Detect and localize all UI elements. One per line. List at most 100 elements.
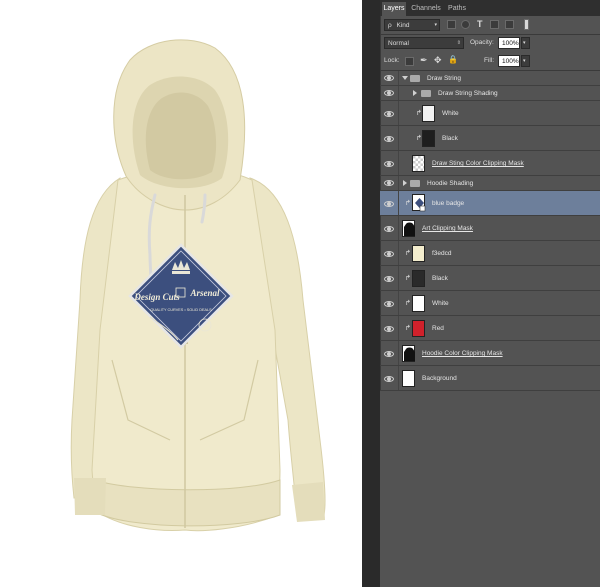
clipping-arrow-icon: ↱ [416,135,422,142]
folder-icon [421,90,431,97]
clipping-arrow-icon: ↱ [405,250,411,257]
layer-row-hoodie-shading[interactable]: Hoodie Shading [380,176,600,191]
layer-name: Draw String [427,75,461,82]
layer-row-art-clipping-mask[interactable]: Art Clipping Mask [380,216,600,241]
filter-pixel-icon[interactable] [447,20,456,29]
layer-row-black[interactable]: ↱ Black [380,266,600,291]
panel-tab-bar: Layers Channels Paths [380,0,600,16]
fill-dropdown-button[interactable]: ▾ [521,55,530,67]
filter-kind-label: Kind [396,22,410,29]
hoodie-mockup-image: Design Cuts Arsenal QUALITY CURVES • SOL… [70,39,326,532]
layer-name: Art Clipping Mask [422,225,473,232]
visibility-eye-icon[interactable] [384,374,394,384]
layer-row-draw-sting-color-clipping-mask[interactable]: Draw Sting Color Clipping Mask [380,151,600,176]
opacity-dropdown-button[interactable]: ▾ [521,37,530,49]
layer-row-draw-string-shading[interactable]: Draw String Shading [380,86,600,101]
opacity-input[interactable]: 100% [498,37,520,49]
hoodie-body [91,169,281,532]
fill-input[interactable]: 100% [498,55,520,67]
folder-icon [410,180,420,187]
filter-kind-select[interactable]: ρ Kind ▾ [384,19,440,31]
layer-name: White [432,300,449,307]
tab-channels[interactable]: Channels [409,2,443,16]
layer-thumbnail [412,270,425,287]
left-cuff [74,478,106,515]
tab-paths[interactable]: Paths [445,2,469,16]
lock-all-icon[interactable]: 🔒 [448,55,458,64]
layer-name: Red [432,325,444,332]
disclosure-triangle-collapsed-icon[interactable] [413,90,417,96]
panel-gutter [362,0,380,587]
filter-toggle-icon[interactable] [524,19,529,30]
lock-image-icon[interactable]: ✒ [420,55,428,66]
visibility-eye-icon[interactable] [384,224,394,234]
chevron-down-icon: ▾ [434,22,437,28]
layer-thumbnail [402,370,415,387]
document-canvas[interactable]: Design Cuts Arsenal QUALITY CURVES • SOL… [0,0,362,587]
layer-name: Draw String Shading [438,90,498,97]
layer-thumbnail [422,130,435,147]
clipping-arrow-icon: ↱ [405,200,411,207]
visibility-eye-icon[interactable] [384,349,394,359]
filter-adjustment-icon[interactable] [461,20,470,29]
badge-line2: Arsenal [189,288,220,298]
fill-label: Fill: [484,57,495,64]
disclosure-triangle-expanded-icon[interactable] [402,76,408,80]
smart-object-thumbnail [412,194,426,212]
layers-empty-area [380,391,600,587]
badge-line1: Design Cuts [133,292,180,302]
visibility-eye-icon[interactable] [384,109,394,119]
layer-thumbnail [412,320,425,337]
visibility-eye-icon[interactable] [384,274,394,284]
chevron-updown-icon: ⇳ [456,40,461,46]
layer-name: Hoodie Shading [427,180,474,187]
filter-type-icon[interactable]: T [477,19,483,29]
clipping-arrow-icon: ↱ [405,275,411,282]
layer-name: Black [442,135,458,142]
lock-position-icon[interactable]: ✥ [434,55,442,66]
layer-row-f3edcd[interactable]: ↱ f3edcd [380,241,600,266]
layer-name: Background [422,375,457,382]
folder-icon [410,75,420,82]
layer-thumbnail [412,295,425,312]
visibility-eye-icon[interactable] [384,299,394,309]
layer-thumbnail [412,155,425,172]
layer-row-background[interactable]: Background [380,366,600,391]
layer-row-hoodie-color-clipping-mask[interactable]: Hoodie Color Clipping Mask [380,341,600,366]
visibility-eye-icon[interactable] [384,178,394,188]
layer-thumbnail [412,245,425,262]
layer-row-blue-badge[interactable]: ↱ blue badge [380,191,600,216]
opacity-label: Opacity: [470,39,494,46]
hood-inner [145,92,217,180]
search-icon: ρ [388,22,392,29]
disclosure-triangle-collapsed-icon[interactable] [403,180,407,186]
layer-row-red[interactable]: ↱ Red [380,316,600,341]
right-cuff [292,482,325,522]
layer-row-white[interactable]: ↱ White [380,291,600,316]
visibility-eye-icon[interactable] [384,73,394,83]
lock-transparent-icon[interactable] [405,57,414,66]
separator [380,34,600,35]
tab-layers[interactable]: Layers [382,2,406,16]
filter-smart-object-icon[interactable] [505,20,514,29]
layer-row-black-shading[interactable]: ↱ Black [380,126,600,151]
visibility-eye-icon[interactable] [384,88,394,98]
visibility-eye-icon[interactable] [384,324,394,334]
layer-row-draw-string[interactable]: Draw String [380,71,600,86]
blend-mode-select[interactable]: Normal ⇳ [384,37,464,49]
blend-mode-value: Normal [388,40,409,47]
visibility-eye-icon[interactable] [384,159,394,169]
visibility-eye-icon[interactable] [384,134,394,144]
filter-shape-icon[interactable] [490,20,499,29]
layer-name: Black [432,275,448,282]
layer-thumbnail [422,105,435,122]
clipping-arrow-icon: ↱ [405,325,411,332]
layer-name: f3edcd [432,250,452,257]
clipping-arrow-icon: ↱ [405,300,411,307]
visibility-eye-icon[interactable] [384,199,394,209]
clipping-arrow-icon: ↱ [416,110,422,117]
layer-row-white-shading[interactable]: ↱ White [380,101,600,126]
layer-name: White [442,110,459,117]
badge-line3: QUALITY CURVES • SOLID DEALS [150,308,212,312]
visibility-eye-icon[interactable] [384,249,394,259]
